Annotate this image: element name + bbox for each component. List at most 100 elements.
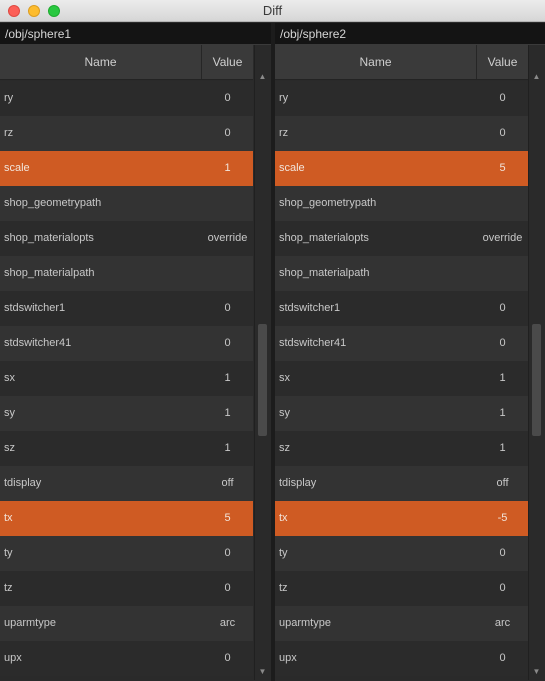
table-row[interactable]: tz 0	[0, 571, 253, 606]
parameter-name: stdswitcher41	[279, 337, 347, 349]
left-table-header: Name Value	[0, 45, 253, 80]
right-scrollbar-thumb[interactable]	[532, 324, 541, 436]
table-row[interactable]: tdisplay off	[275, 466, 528, 501]
table-row[interactable]: uparmtype arc	[0, 606, 253, 641]
parameter-name: upx	[279, 652, 297, 664]
parameter-value: 1	[499, 407, 506, 419]
table-row[interactable]: tdisplay off	[0, 466, 253, 501]
table-row[interactable]: upx 0	[275, 641, 528, 676]
parameter-name: rz	[4, 127, 14, 139]
parameter-name: sz	[4, 442, 15, 454]
right-name-column-header[interactable]: Name	[275, 45, 477, 79]
table-row[interactable]: shop_materialpath	[275, 256, 528, 291]
left-value-column-header[interactable]: Value	[202, 45, 253, 79]
table-row[interactable]: scale 5	[275, 151, 528, 186]
left-parameter-list[interactable]: ry 0 rz 0 scale 1 shop_geometrypath shop_materi…	[0, 81, 253, 680]
title-bar: Diff	[0, 0, 545, 22]
parameter-value: 1	[224, 407, 231, 419]
table-row[interactable]: stdswitcher1 0	[275, 291, 528, 326]
parameter-value: 0	[224, 127, 231, 139]
parameter-name: tz	[4, 582, 13, 594]
parameter-value: 0	[499, 652, 506, 664]
parameter-value: 0	[224, 652, 231, 664]
left-scrollbar-thumb[interactable]	[258, 324, 267, 436]
table-row[interactable]: ty 0	[275, 536, 528, 571]
table-row[interactable]: rz 0	[275, 116, 528, 151]
parameter-value: 0	[499, 127, 506, 139]
table-row[interactable]: tx 5	[0, 501, 253, 536]
parameter-name: ty	[279, 547, 288, 559]
table-row[interactable]: sx 1	[0, 361, 253, 396]
parameter-name: tdisplay	[4, 477, 42, 489]
parameter-value: 1	[499, 372, 506, 384]
parameter-name: shop_materialopts	[4, 232, 94, 244]
parameter-name: sy	[4, 407, 15, 419]
parameter-name: sz	[279, 442, 290, 454]
right-value-column-header[interactable]: Value	[477, 45, 528, 79]
scroll-up-icon[interactable]: ▲	[255, 69, 270, 85]
table-row[interactable]: ry 0	[0, 81, 253, 116]
table-row[interactable]: shop_materialpath	[0, 256, 253, 291]
parameter-name: shop_materialopts	[279, 232, 369, 244]
left-pane: /obj/sphere1 Name Value ry 0 rz 0 scale 1 shop…	[0, 23, 271, 680]
right-scrollbar[interactable]: ▲ ▼	[528, 45, 544, 680]
left-name-column-header[interactable]: Name	[0, 45, 202, 79]
table-row[interactable]: shop_geometrypath	[275, 186, 528, 221]
scroll-down-icon[interactable]: ▼	[529, 664, 544, 680]
parameter-name: uparmtype	[4, 617, 56, 629]
parameter-name: sx	[279, 372, 290, 384]
parameter-name: tx	[279, 512, 288, 524]
table-row[interactable]: stdswitcher41 0	[0, 326, 253, 361]
right-table-header: Name Value	[275, 45, 528, 80]
parameter-value: 5	[224, 512, 231, 524]
table-row[interactable]: ty 0	[0, 536, 253, 571]
table-row[interactable]: scale 1	[0, 151, 253, 186]
right-parameter-list[interactable]: ry 0 rz 0 scale 5 shop_geometrypath shop_materi…	[275, 81, 528, 680]
parameter-value: 1	[224, 372, 231, 384]
parameter-name: ry	[279, 92, 289, 104]
parameter-value: arc	[494, 617, 511, 629]
table-row[interactable]: uparmtype arc	[275, 606, 528, 641]
parameter-value: 0	[499, 337, 506, 349]
parameter-value: 0	[499, 92, 506, 104]
table-row[interactable]: sz 1	[0, 431, 253, 466]
parameter-name: uparmtype	[279, 617, 331, 629]
parameter-name: stdswitcher41	[4, 337, 72, 349]
table-row[interactable]: shop_materialopts override	[275, 221, 528, 256]
parameter-value: 1	[499, 442, 506, 454]
parameter-name: ty	[4, 547, 13, 559]
parameter-value: 0	[224, 582, 231, 594]
scroll-up-icon[interactable]: ▲	[529, 69, 544, 85]
table-row[interactable]: sx 1	[275, 361, 528, 396]
parameter-value: 0	[224, 302, 231, 314]
left-scrollbar[interactable]: ▲ ▼	[254, 45, 270, 680]
parameter-value: 0	[499, 582, 506, 594]
scroll-down-icon[interactable]: ▼	[255, 664, 270, 680]
table-row[interactable]: stdswitcher41 0	[275, 326, 528, 361]
parameter-name: stdswitcher1	[4, 302, 66, 314]
parameter-name: shop_materialpath	[4, 267, 95, 279]
parameter-value: 0	[224, 337, 231, 349]
table-row[interactable]: sz 1	[275, 431, 528, 466]
table-row[interactable]: upx 0	[0, 641, 253, 676]
table-row[interactable]: rz 0	[0, 116, 253, 151]
table-row[interactable]: stdswitcher1 0	[0, 291, 253, 326]
table-row[interactable]: sy 1	[275, 396, 528, 431]
table-row[interactable]: shop_materialopts override	[0, 221, 253, 256]
parameter-name: sx	[4, 372, 15, 384]
parameter-name: shop_geometrypath	[4, 197, 102, 209]
table-row[interactable]: tx -5	[275, 501, 528, 536]
parameter-value: override	[207, 232, 248, 244]
parameter-name: tdisplay	[279, 477, 317, 489]
table-row[interactable]: tz 0	[275, 571, 528, 606]
parameter-name: shop_materialpath	[279, 267, 370, 279]
parameter-value: 1	[224, 162, 231, 174]
table-row[interactable]: shop_geometrypath	[0, 186, 253, 221]
parameter-name: upx	[4, 652, 22, 664]
table-row[interactable]: sy 1	[0, 396, 253, 431]
table-row[interactable]: ry 0	[275, 81, 528, 116]
parameter-name: stdswitcher1	[279, 302, 341, 314]
parameter-value: 0	[499, 302, 506, 314]
window-title: Diff	[262, 3, 283, 18]
parameter-name: shop_geometrypath	[279, 197, 377, 209]
